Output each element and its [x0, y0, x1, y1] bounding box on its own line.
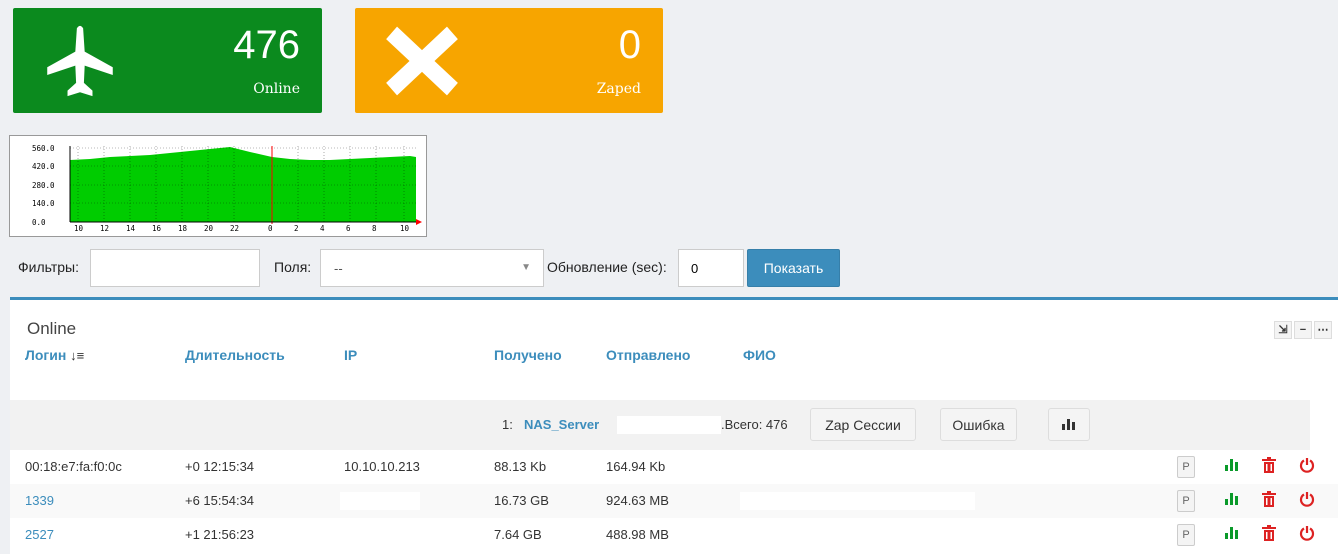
collapse-icon[interactable]: − [1294, 321, 1312, 339]
x-tick-label: 16 [152, 224, 162, 233]
plane-icon [47, 25, 113, 97]
group-number: 1: [502, 417, 513, 432]
group-server-link[interactable]: NAS_Server [524, 417, 599, 432]
x-tick-label: 12 [100, 224, 109, 233]
fields-label: Поля: [274, 259, 312, 275]
column-duration[interactable]: Длительность [185, 347, 285, 363]
redacted-block [740, 492, 975, 510]
power-icon[interactable] [1299, 491, 1315, 512]
panel-tools: ⇲ − ⋯ [1274, 321, 1332, 339]
x-tick-label: 10 [400, 224, 410, 233]
column-login-label: Логин [25, 347, 67, 363]
redacted-block [740, 526, 975, 544]
x-icon [386, 26, 458, 96]
refresh-label: Обновление (sec): [547, 259, 667, 275]
cell-ip: 10.10.10.213 [344, 459, 420, 474]
cell-received: 16.73 GB [494, 493, 549, 508]
y-tick-label: 280.0 [32, 181, 55, 190]
zaped-label: Zaped [596, 81, 641, 97]
chevron-down-icon: ▼ [521, 262, 531, 273]
row-p-button[interactable]: P [1177, 490, 1195, 512]
filter-bar: Фильтры: Поля: -- ▼ Обновление (sec): По… [0, 246, 1338, 290]
trash-icon[interactable] [1262, 525, 1276, 546]
sort-desc-icon: ↓≡ [70, 348, 85, 363]
cell-duration: +6 15:54:34 [185, 493, 255, 508]
table-row[interactable]: 2527 +1 21:56:23 7.64 GB 488.98 MB P [10, 518, 1338, 552]
x-tick-label: 8 [372, 224, 377, 233]
y-tick-label: 0.0 [32, 218, 46, 227]
trash-icon[interactable] [1262, 457, 1276, 478]
filter-input[interactable] [90, 249, 260, 287]
group-total: .Всего: 476 [721, 417, 788, 432]
redacted-block [617, 416, 721, 434]
y-tick-label: 420.0 [32, 162, 55, 171]
cell-sent: 924.63 MB [606, 493, 669, 508]
x-tick-label: 4 [320, 224, 325, 233]
row-p-button[interactable]: P [1177, 456, 1195, 478]
column-login[interactable]: Логин ↓≡ [25, 347, 84, 363]
cell-sent: 164.94 Kb [606, 459, 666, 474]
refresh-input[interactable] [678, 249, 744, 287]
table-row[interactable]: 00:18:e7:fa:f0:0c +0 12:15:34 10.10.10.213… [10, 450, 1338, 484]
x-tick-label: 2 [294, 224, 299, 233]
x-tick-label: 0 [268, 224, 273, 233]
y-tick-label: 560.0 [32, 144, 55, 153]
column-fio[interactable]: ФИО [743, 347, 776, 363]
x-tick-label: 20 [204, 224, 214, 233]
column-received[interactable]: Получено [494, 347, 562, 363]
online-count: 476 [233, 23, 300, 67]
row-p-button[interactable]: P [1177, 524, 1195, 546]
panel-title: Online [27, 319, 77, 338]
power-icon[interactable] [1299, 457, 1315, 478]
x-tick-label: 10 [74, 224, 84, 233]
cell-login[interactable]: 2527 [25, 527, 54, 542]
x-tick-label: 22 [230, 224, 239, 233]
column-ip[interactable]: IP [344, 347, 357, 363]
x-tick-label: 6 [346, 224, 351, 233]
trash-icon[interactable] [1262, 491, 1276, 512]
column-sent[interactable]: Отправлено [606, 347, 690, 363]
traffic-graph-svg: 560.0 420.0 280.0 140.0 0.0 10 12 14 16 18 20 22 0 2… [32, 144, 422, 233]
cell-login: 00:18:e7:fa:f0:0c [25, 459, 122, 474]
fields-select-value: -- [334, 261, 343, 276]
stats-icon[interactable] [1225, 525, 1239, 544]
zap-sessions-button[interactable]: Zap Сессии [810, 408, 916, 441]
power-icon[interactable] [1299, 525, 1315, 546]
stats-button[interactable] [1048, 408, 1090, 441]
y-tick-label: 140.0 [32, 199, 55, 208]
online-label: Online [253, 81, 300, 97]
cell-duration: +0 12:15:34 [185, 459, 255, 474]
cell-received: 7.64 GB [494, 527, 542, 542]
bar-chart-icon [1062, 418, 1075, 430]
zaped-count: 0 [618, 23, 641, 67]
x-tick-label: 14 [126, 224, 136, 233]
more-icon[interactable]: ⋯ [1314, 321, 1332, 339]
stats-icon[interactable] [1225, 457, 1239, 476]
x-tick-label: 18 [178, 224, 188, 233]
cell-duration: +1 21:56:23 [185, 527, 255, 542]
cell-received: 88.13 Kb [494, 459, 547, 474]
online-tile[interactable]: 476 Online [13, 8, 322, 113]
error-button[interactable]: Ошибка [940, 408, 1017, 441]
table-row[interactable]: 1339 +6 15:54:34 16.73 GB 924.63 MB P [10, 484, 1338, 518]
online-panel: Online ⇲ − ⋯ Логин ↓≡ Длительность IP По… [10, 297, 1338, 554]
zaped-tile[interactable]: 0 Zaped [355, 8, 663, 113]
show-button[interactable]: Показать [747, 249, 840, 287]
export-icon[interactable]: ⇲ [1274, 321, 1292, 339]
filter-label: Фильтры: [18, 259, 79, 275]
cell-login[interactable]: 1339 [25, 493, 54, 508]
stats-icon[interactable] [1225, 491, 1239, 510]
server-group-row: 1: NAS_Server .Всего: 476 Zap Сессии Оши… [10, 400, 1310, 450]
traffic-graph: 560.0 420.0 280.0 140.0 0.0 10 12 14 16 18 20 22 0 2… [9, 135, 427, 237]
fields-select[interactable]: -- ▼ [320, 249, 544, 287]
cell-sent: 488.98 MB [606, 527, 669, 542]
redacted-block [340, 492, 420, 510]
